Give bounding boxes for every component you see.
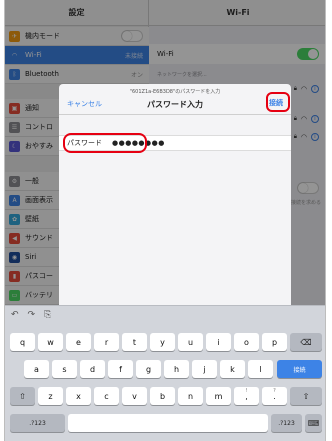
keyboard-toolbar: ↶ ↷ ⎘	[11, 310, 51, 320]
key-c[interactable]: c	[94, 387, 119, 405]
key-s[interactable]: s	[52, 360, 77, 378]
key-h[interactable]: h	[164, 360, 189, 378]
key-j[interactable]: j	[192, 360, 217, 378]
dialog-title: パスワード入力	[147, 100, 203, 109]
key-g[interactable]: g	[136, 360, 161, 378]
key-a[interactable]: a	[24, 360, 49, 378]
keyboard-dismiss-key[interactable]: ⌨	[305, 414, 322, 432]
key-k[interactable]: k	[220, 360, 245, 378]
password-dialog: "601Z1a-E6B3D8"のパスワードを入力 キャンセル パスワード入力 接…	[59, 84, 291, 314]
highlight-ring	[63, 133, 147, 153]
key-l[interactable]: l	[248, 360, 273, 378]
ipad-screen: 設定 ✈ 機内モード ◠ Wi-Fi 未接続 ᛒ Bluetooth オン ▣ …	[4, 0, 326, 441]
key-f[interactable]: f	[108, 360, 133, 378]
key-alt-label: !	[245, 388, 248, 394]
key-i[interactable]: i	[206, 333, 231, 351]
key-w[interactable]: w	[38, 333, 63, 351]
key-p[interactable]: p	[262, 333, 287, 351]
highlight-ring	[266, 92, 290, 112]
dialog-subtitle: "601Z1a-E6B3D8"のパスワードを入力	[129, 89, 221, 95]
key-y[interactable]: y	[150, 333, 175, 351]
key-d[interactable]: d	[80, 360, 105, 378]
keyboard-icon: ⌨	[307, 418, 320, 428]
return-key[interactable]: 接続	[277, 360, 322, 378]
keyboard-row-1: q w e r t y u i o p ⌫	[5, 333, 325, 351]
keyboard-row-2: a s d f g h j k l 接続	[5, 360, 325, 378]
password-field[interactable]: パスワード ●●●●●●●●	[59, 133, 291, 153]
key-b[interactable]: b	[150, 387, 175, 405]
keyboard: ↶ ↷ ⎘ q w e r t y u i o p ⌫ a s d f g h …	[5, 305, 325, 441]
key-m[interactable]: m	[206, 387, 231, 405]
key-z[interactable]: z	[38, 387, 63, 405]
key-r[interactable]: r	[94, 333, 119, 351]
key-q[interactable]: q	[10, 333, 35, 351]
key-v[interactable]: v	[122, 387, 147, 405]
key-comma[interactable]: ! ,	[234, 387, 259, 405]
key-u[interactable]: u	[178, 333, 203, 351]
key-t[interactable]: t	[122, 333, 147, 351]
shift-key-right[interactable]: ⇧	[290, 387, 322, 405]
backspace-key[interactable]: ⌫	[290, 333, 322, 351]
numeric-key-right[interactable]: .?123	[271, 414, 302, 432]
redo-icon[interactable]: ↷	[28, 310, 36, 320]
key-o[interactable]: o	[234, 333, 259, 351]
undo-icon[interactable]: ↶	[11, 310, 19, 320]
key-x[interactable]: x	[66, 387, 91, 405]
key-n[interactable]: n	[178, 387, 203, 405]
key-e[interactable]: e	[66, 333, 91, 351]
shift-icon: ⇧	[302, 391, 310, 401]
paste-icon[interactable]: ⎘	[44, 310, 51, 320]
dialog-navbar: キャンセル パスワード入力 接続	[59, 92, 291, 115]
key-period[interactable]: ? .	[262, 387, 287, 405]
shift-key[interactable]: ⇧	[10, 387, 35, 405]
numeric-key-left[interactable]: .?123	[10, 414, 65, 432]
keyboard-row-3: ⇧ z x c v b n m ! , ? . ⇧	[5, 387, 325, 405]
shift-icon: ⇧	[19, 391, 26, 401]
keyboard-row-4: .?123 .?123 ⌨	[5, 414, 325, 432]
space-key[interactable]	[68, 414, 268, 432]
delete-icon: ⌫	[300, 337, 312, 347]
key-alt-label: ?	[273, 388, 276, 394]
